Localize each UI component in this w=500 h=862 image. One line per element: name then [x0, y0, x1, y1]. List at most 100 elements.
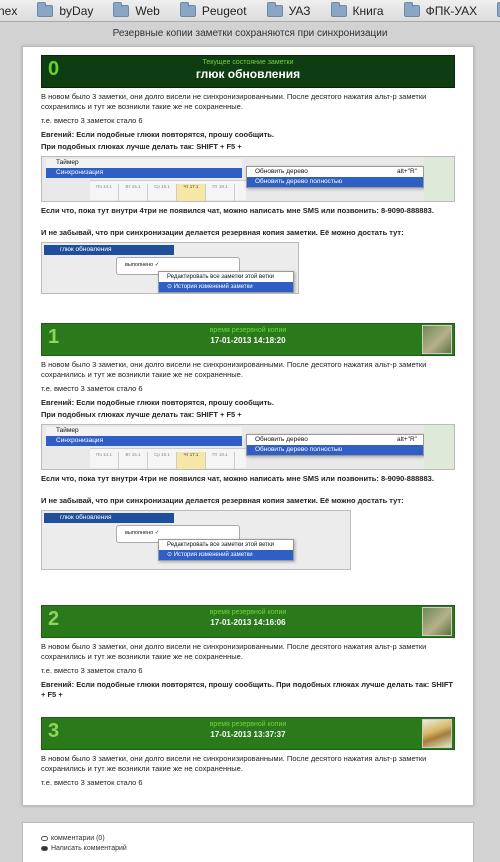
folder-icon [179, 1, 196, 17]
entry-date: 17-01-2013 14:16:06 [210, 618, 286, 627]
context-menu: Редактировать все заметки этой ветки Ист… [158, 539, 294, 561]
write-comment-link[interactable]: Написать комментарий [41, 845, 473, 852]
bookmark-item[interactable]: Peugeot [179, 1, 247, 18]
bookmark-item[interactable]: Книга [330, 1, 384, 18]
entry-banner: 3 время резервной копии 17-01-2013 13:37… [41, 717, 455, 750]
entry-number: 3 [48, 720, 60, 742]
folder-icon [330, 1, 347, 17]
context-item-selected: История изменений заметки [159, 550, 293, 560]
submenu: Обновить дерево alt+"R" Обновить дерево п… [246, 434, 424, 456]
context-item-selected: История изменений заметки [159, 282, 293, 292]
note-entry-backup: 3 время резервной копии 17-01-2013 13:37… [41, 717, 455, 788]
note-text: И не забывай, что при синхронизации дела… [41, 496, 404, 505]
submenu-item-selected: Обновить дерево полностью [247, 445, 423, 455]
entry-banner: 1 время резервной копии 17-01-2013 14:18… [41, 323, 455, 356]
note-title-bar: глюк обновления [44, 245, 174, 255]
entry-caption: время резервной копии [209, 721, 287, 728]
author-avatar [422, 325, 452, 354]
entry-date: 17-01-2013 13:37:37 [210, 730, 286, 739]
bookmark-label: Книга [352, 3, 384, 18]
comments-link[interactable]: комментарии (0) [41, 835, 473, 842]
calendar-cell: Пт 18.1 [206, 452, 235, 469]
entry-number: 0 [48, 58, 60, 80]
comment-bubble-icon [41, 836, 48, 841]
notes-card: 0 Текущее состояние заметки глюк обновле… [22, 46, 474, 806]
entry-caption: время резервной копии [209, 609, 287, 616]
menu-item-timer: Таймер [46, 159, 242, 168]
bookmark-label: byDay [59, 3, 94, 18]
bookmark-label: ФПК-УАХ [425, 3, 478, 18]
calendar-cell: Ср 16.1 [148, 184, 177, 201]
calendar-cell: Пт 18.1 [206, 184, 235, 201]
screenshot-background [424, 157, 454, 201]
entry-banner: 2 время резервной копии 17-01-2013 14:16… [41, 605, 455, 638]
note-text: т.е. вместо 3 заметок стало 6 [41, 666, 143, 675]
note-text: В новом было 3 заметки, они долго висели… [41, 642, 427, 661]
entry-caption: время резервной копии [209, 327, 287, 334]
note-text: В новом было 3 заметки, они долго висели… [41, 360, 427, 379]
note-text: И не забывай, что при синхронизации дела… [41, 228, 404, 237]
note-text: Если что, пока тут внутри 4три не появил… [41, 474, 434, 483]
context-menu-screenshot: глюк обновления выполнено ✓ Редактироват… [41, 510, 351, 570]
submenu: Обновить дерево alt+"R" Обновить дерево п… [246, 166, 424, 188]
calendar-grid: Пн 14.1 Вт 15.1 Ср 16.1 Чт 17.1 Пт 18.1 [90, 180, 246, 201]
bookmarks-bar: nex byDay Web Peugeot УАЗ Книга ФПК-УАХ … [0, 0, 500, 22]
comment-write-icon [41, 846, 48, 851]
context-menu-screenshot: глюк обновления выполнено ✓ Редактироват… [41, 242, 299, 294]
note-text: Евгений: Если подобные глюки повторятся,… [41, 680, 453, 699]
folder-icon [113, 1, 130, 17]
note-entry-backup: 1 время резервной копии 17-01-2013 14:18… [41, 323, 455, 570]
calendar-cell: Вт 15.1 [119, 452, 148, 469]
note-text: В новом было 3 заметки, они долго висели… [41, 754, 427, 773]
note-text: При подобных глюках лучше делать так: SH… [41, 410, 242, 419]
bookmark-item[interactable]: nex [0, 4, 17, 18]
menu-item-timer: Таймер [46, 427, 242, 436]
bookmark-item[interactable]: Web [113, 1, 160, 18]
bookmark-label: nex [0, 3, 18, 18]
bookmark-item[interactable]: byDay [37, 1, 94, 18]
submenu-item: Обновить дерево alt+"R" [255, 168, 417, 175]
note-text: Евгений: Если подобные глюки повторятся,… [41, 398, 275, 407]
menu-item-sync: Синхронизация [46, 168, 242, 178]
menu-screenshot: Таймер Синхронизация Пн 14.1 Вт 15.1 Ср 16… [41, 424, 455, 470]
author-avatar [422, 719, 452, 748]
folder-icon [37, 1, 54, 17]
note-text: т.е. вместо 3 заметок стало 6 [41, 384, 143, 393]
comments-label: комментарии (0) [51, 835, 105, 842]
bookmark-label: Web [135, 3, 160, 18]
context-item: Редактировать все заметки этой ветки [167, 274, 274, 280]
menu-screenshot: Таймер Синхронизация Пн 14.1 Вт 15.1 Ср 16… [41, 156, 455, 202]
comments-footer: комментарии (0) Написать комментарий [22, 822, 474, 862]
note-title-bar: глюк обновления [44, 513, 174, 523]
context-menu: Редактировать все заметки этой ветки Ист… [158, 271, 294, 293]
submenu-item-selected: Обновить дерево полностью [247, 177, 423, 187]
page-title: Резервные копии заметки сохраняются при … [112, 28, 388, 39]
screenshot-background [424, 425, 454, 469]
entry-banner: 0 Текущее состояние заметки глюк обновле… [41, 55, 455, 88]
note-text: Евгений: Если подобные глюки повторятся,… [41, 130, 275, 139]
note-text: В новом было 3 заметки, они долго висели… [41, 92, 427, 111]
note-text: Если что, пока тут внутри 4три не появил… [41, 206, 434, 215]
bookmark-label: УАЗ [288, 3, 311, 18]
note-text: При подобных глюках лучше делать так: SH… [41, 142, 242, 151]
submenu-item: Обновить дерево alt+"R" [255, 436, 417, 443]
note-text: т.е. вместо 3 заметок стало 6 [41, 116, 143, 125]
author-avatar [422, 607, 452, 636]
calendar-cell: Ср 16.1 [148, 452, 177, 469]
note-text: т.е. вместо 3 заметок стало 6 [41, 778, 143, 787]
calendar-cell: Пн 14.1 [90, 452, 119, 469]
entry-number: 2 [48, 608, 60, 630]
context-item: Редактировать все заметки этой ветки [167, 542, 274, 548]
bookmark-item[interactable]: ФПК-УАХ [403, 1, 478, 18]
calendar-cell: Чт 17.1 [177, 184, 206, 201]
calendar-grid: Пн 14.1 Вт 15.1 Ср 16.1 Чт 17.1 Пт 18.1 [90, 448, 246, 469]
bookmark-item[interactable]: УАЗ [266, 1, 311, 18]
folder-icon [266, 1, 283, 17]
entry-title: глюк обновления [195, 67, 301, 81]
folder-icon [403, 1, 420, 17]
menu-item-sync: Синхронизация [46, 436, 242, 446]
bookmark-label: Peugeot [201, 3, 247, 18]
write-comment-label: Написать комментарий [51, 845, 127, 852]
calendar-cell: Пн 14.1 [90, 184, 119, 201]
note-entry-backup: 2 время резервной копии 17-01-2013 14:16… [41, 605, 455, 700]
